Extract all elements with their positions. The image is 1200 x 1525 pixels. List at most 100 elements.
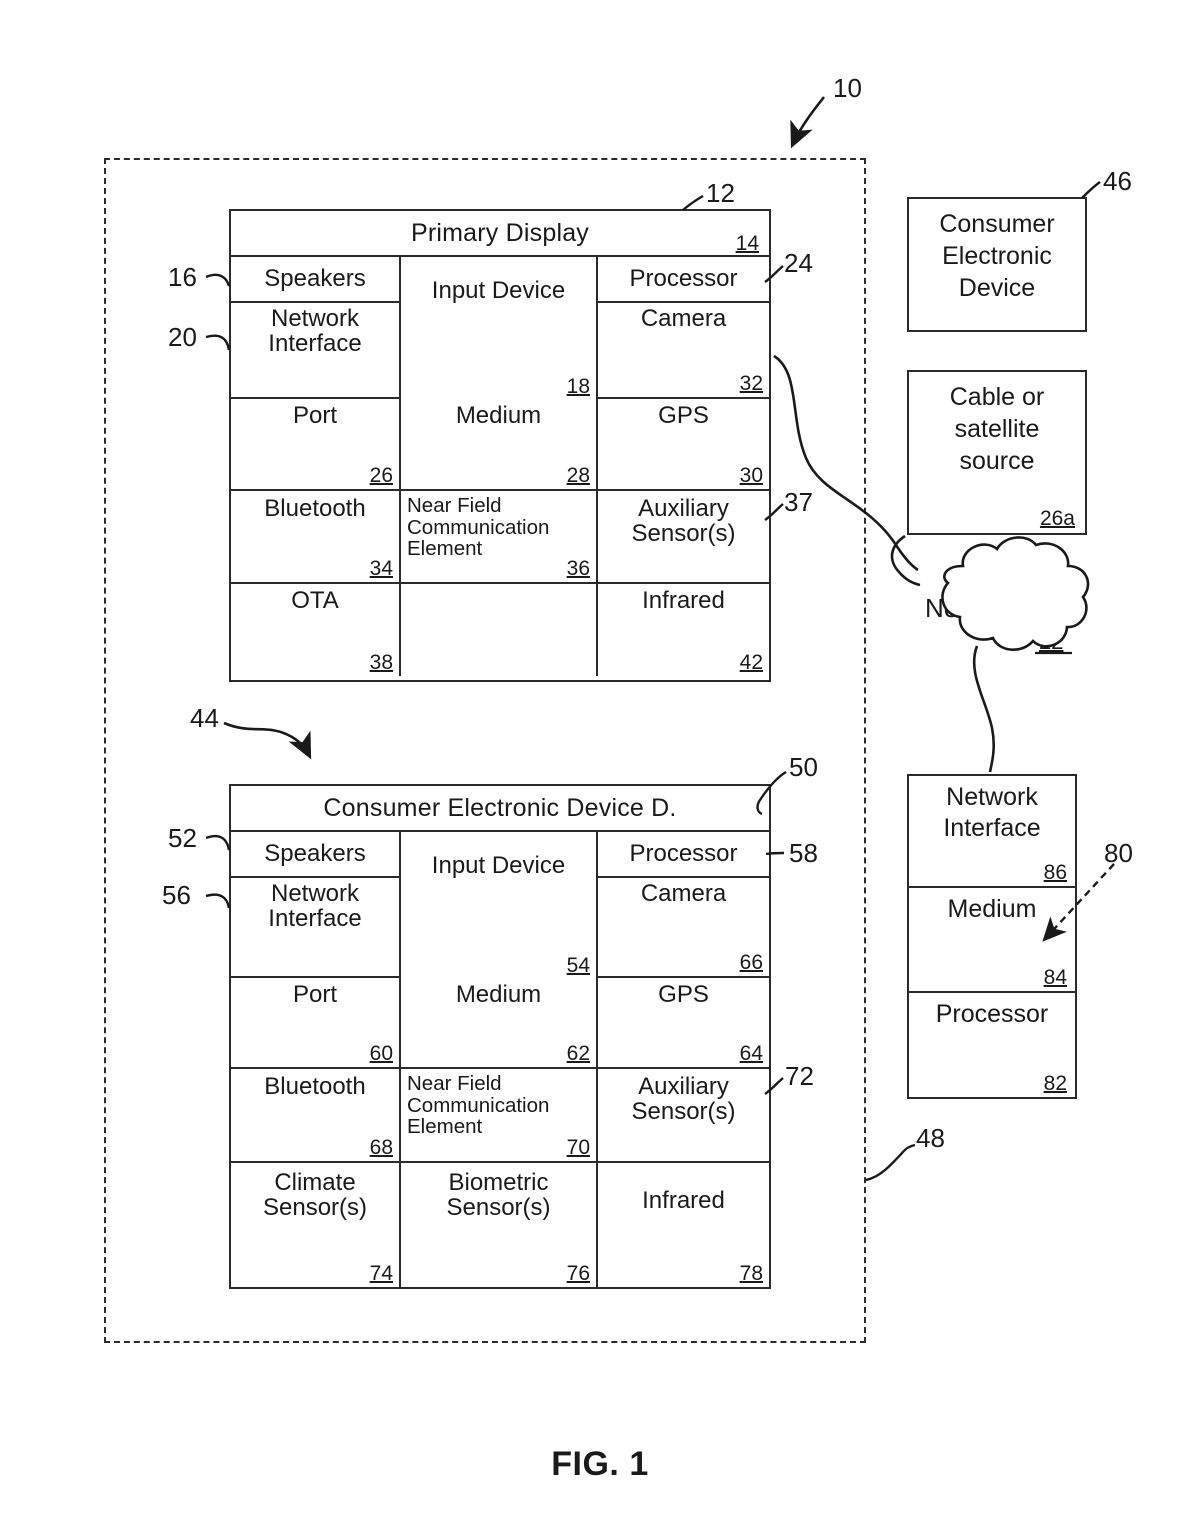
cell-input-device-num: 18 [566, 375, 590, 398]
primary-display-title-num: 14 [735, 232, 759, 255]
network-cloud-num: 22 [1039, 629, 1064, 654]
cell-biometric-sensors-label: Biometric Sensor(s) [446, 1169, 551, 1221]
cell-nfc: Near Field Communication Element 70 [401, 1069, 598, 1163]
cell-port-num: 60 [369, 1042, 393, 1065]
cell-network-interface-label: Network Interface [268, 880, 362, 932]
ref-80: 80 [1104, 838, 1133, 868]
table-row: OTA 38 Infrared 42 [231, 584, 769, 676]
table-row: Speakers Input Device 54 Processor [231, 832, 769, 978]
cell-network-interface: Network Interface [231, 303, 401, 399]
consumer-electronic-device-block: Consumer Electronic Device D. Speakers I… [229, 784, 771, 1289]
cell-infrared-num: 78 [739, 1262, 763, 1285]
cell-blank [401, 584, 598, 676]
cell-auxiliary-sensors: Auxiliary Sensor(s) [598, 1069, 769, 1163]
cell-climate-sensors-num: 74 [369, 1262, 393, 1285]
leader-10 [790, 96, 826, 149]
cell-medium: Medium 28 [401, 399, 598, 491]
server-ni-num: 86 [1043, 861, 1067, 884]
ref-16: 16 [168, 262, 197, 292]
cell-nfc-label: Near Field Communication Element [407, 494, 550, 561]
cell-medium-label: Medium [455, 402, 542, 429]
cell-ota-num: 38 [369, 651, 393, 674]
cell-input-device: Input Device 18 [401, 257, 598, 399]
ref-46: 46 [1103, 166, 1132, 196]
table-row: Port 60 Medium 62 GPS 64 [231, 978, 769, 1069]
cell-input-device-label: Input Device [431, 852, 566, 879]
primary-display-block: Primary Display 14 Speakers Input Device… [229, 209, 771, 682]
cell-gps: GPS 30 [598, 399, 769, 491]
cable-line-2: satellite [954, 414, 1040, 443]
cell-port: Port 26 [231, 399, 401, 491]
primary-display-title: Primary Display [410, 218, 590, 247]
ref-72: 72 [785, 1061, 814, 1091]
cell-nfc: Near Field Communication Element 36 [401, 491, 598, 584]
cell-bluetooth-label: Bluetooth [264, 1073, 366, 1100]
cell-auxiliary-sensors-label: Auxiliary Sensor(s) [631, 1073, 736, 1125]
primary-display-title-row: Primary Display 14 [231, 211, 769, 257]
server-ni-line-1: Network [946, 783, 1038, 811]
table-row: Bluetooth 68 Near Field Communication Elem… [231, 1069, 769, 1163]
cell-medium-label: Medium [455, 981, 542, 1008]
cell-port-num: 26 [369, 464, 393, 487]
ref-52: 52 [168, 823, 197, 853]
cell-auxiliary-sensors: Auxiliary Sensor(s) [598, 491, 769, 584]
cell-infrared: Infrared 42 [598, 584, 769, 676]
cable-satellite-num: 26a [1039, 507, 1075, 530]
cable-line-3: source [959, 446, 1035, 475]
server-stack: Network Interface 86 Medium 84 Processor… [907, 774, 1077, 1099]
cell-speakers-label: Speakers [264, 840, 366, 868]
cell-network-interface-label: Network Interface [268, 305, 362, 357]
server-medium-num: 84 [1043, 966, 1067, 989]
cell-bluetooth-num: 68 [369, 1136, 393, 1159]
consumer-electronic-device-box: Consumer Electronic Device [907, 197, 1087, 332]
ref-10: 10 [833, 73, 862, 103]
ref-56: 56 [162, 880, 191, 910]
ref-24: 24 [784, 248, 813, 278]
cell-bluetooth-label: Bluetooth [264, 495, 366, 522]
table-row: Climate Sensor(s) 74 Biometric Sensor(s) 7… [231, 1163, 769, 1287]
ref-12: 12 [706, 178, 735, 208]
server-medium-line-1: Medium [947, 895, 1037, 923]
cell-gps-num: 30 [739, 464, 763, 487]
ref-58: 58 [789, 838, 818, 868]
cell-camera-num: 32 [739, 372, 763, 395]
cell-infrared: Infrared 78 [598, 1163, 769, 1287]
cell-biometric-sensors-num: 76 [566, 1262, 590, 1285]
cell-auxiliary-sensors-label: Auxiliary Sensor(s) [631, 495, 736, 547]
cell-speakers: Speakers [231, 257, 401, 303]
ced-line-2: Electronic [942, 241, 1052, 270]
cell-port: Port 60 [231, 978, 401, 1069]
cell-bluetooth-num: 34 [369, 557, 393, 580]
network-cloud-label: Network [925, 593, 1021, 623]
consumer-device-grid: Speakers Input Device 54 Processor Netwo… [231, 832, 769, 1287]
consumer-device-title: Consumer Electronic Device D. [323, 793, 677, 822]
cell-gps-num: 64 [739, 1042, 763, 1065]
cell-processor-label: Processor [629, 265, 738, 293]
cell-climate-sensors: Climate Sensor(s) 74 [231, 1163, 401, 1287]
cell-processor: Processor [598, 832, 769, 878]
cell-input-device-label: Input Device [431, 277, 566, 304]
cell-gps: GPS 64 [598, 978, 769, 1069]
figure-caption: FIG. 1 [551, 1445, 649, 1483]
consumer-device-title-row: Consumer Electronic Device D. [231, 786, 769, 832]
connector-network-to-server [972, 645, 995, 773]
server-row-medium: Medium 84 [909, 888, 1075, 993]
cell-nfc-label: Near Field Communication Element [407, 1072, 550, 1139]
cell-ota: OTA 38 [231, 584, 401, 676]
cell-camera: Camera 32 [598, 303, 769, 399]
cell-infrared-label: Infrared [642, 587, 725, 614]
cell-port-label: Port [292, 981, 337, 1008]
ref-50: 50 [789, 752, 818, 782]
ref-20: 20 [168, 322, 197, 352]
server-row-network-interface: Network Interface 86 [909, 776, 1075, 888]
cell-input-device: Input Device 54 [401, 832, 598, 978]
figure-canvas: Primary Display 14 Speakers Input Device… [0, 0, 1200, 1525]
cable-satellite-source-box: Cable or satellite source 26a [907, 370, 1087, 535]
ref-37: 37 [784, 487, 813, 517]
cell-camera: Camera 66 [598, 878, 769, 978]
server-processor-line-1: Processor [935, 1000, 1049, 1028]
table-row: Bluetooth 34 Near Field Communication Elem… [231, 491, 769, 584]
cell-camera-num: 66 [739, 951, 763, 974]
cell-infrared-label: Infrared [642, 1187, 725, 1214]
cell-gps-label: GPS [658, 402, 709, 429]
